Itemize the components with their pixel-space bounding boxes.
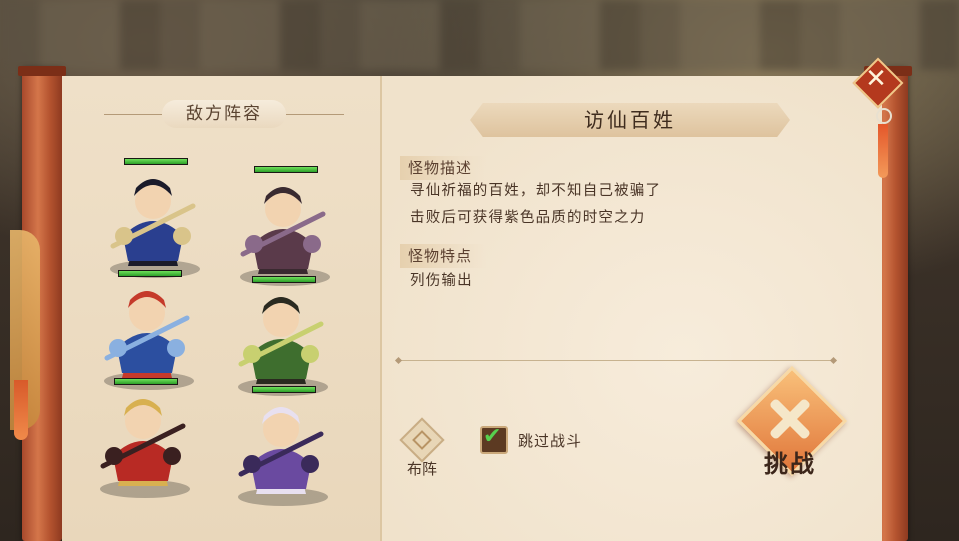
enemy-lineup-title: 敌方阵容 xyxy=(162,100,286,128)
enemy-unit-blue-armored-general[interactable] xyxy=(98,166,208,276)
enemy-unit-red-haired-blade-warrior[interactable] xyxy=(92,278,202,388)
challenge-button[interactable]: 挑战 xyxy=(735,365,848,482)
formation-icon xyxy=(399,417,445,463)
enemy-unit-dark-brute-warrior[interactable] xyxy=(228,174,338,284)
enemy-lineup-header: 敌方阵容 xyxy=(104,100,344,128)
divider xyxy=(398,360,834,361)
hp-bar xyxy=(124,158,188,165)
check-icon: ✔ xyxy=(483,424,502,449)
hp-bar xyxy=(252,386,316,393)
monster-traits: 列伤输出 xyxy=(410,273,473,289)
description-line: 寻仙祈福的百姓，却不知自己被骗了 xyxy=(410,183,662,199)
enemy-unit-golden-helmet-archer[interactable] xyxy=(88,386,198,496)
close-tassel xyxy=(874,108,892,178)
hp-bar xyxy=(114,378,178,385)
monster-name: 访仙百姓 xyxy=(584,108,676,132)
challenge-label: 挑战 xyxy=(764,450,816,478)
close-button[interactable]: ✕ xyxy=(852,57,904,109)
hp-bar xyxy=(118,270,182,277)
hp-bar xyxy=(254,166,318,173)
monster-name-banner: 访仙百姓 xyxy=(450,103,810,137)
background-scenery xyxy=(0,0,959,70)
description-line: 击败后可获得紫色品质的时空之力 xyxy=(410,210,646,226)
skip-battle-label: 跳过战斗 xyxy=(518,431,583,450)
enemy-unit-green-armored-spearman[interactable] xyxy=(226,284,336,394)
formation-label: 布阵 xyxy=(406,460,437,478)
tassel-left xyxy=(14,380,28,440)
traits-tag: 怪物特点 xyxy=(400,244,487,268)
skip-battle-toggle[interactable]: ✔ 跳过战斗 xyxy=(480,424,583,455)
description-tag: 怪物描述 xyxy=(400,156,487,180)
close-icon: ✕ xyxy=(865,64,887,94)
skip-battle-checkbox[interactable]: ✔ xyxy=(480,424,508,454)
enemy-unit-purple-fan-lady[interactable] xyxy=(226,394,336,504)
hp-bar xyxy=(252,276,316,283)
formation-button[interactable]: 布阵 xyxy=(398,417,446,480)
monster-description: 寻仙祈福的百姓，却不知自己被骗了 击败后可获得紫色品质的时空之力 xyxy=(410,178,661,232)
